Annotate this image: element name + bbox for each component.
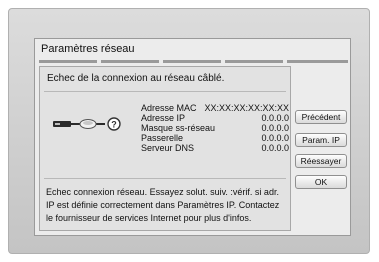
network-settings-dialog: Paramètres réseau Echec de la connexion …: [34, 38, 351, 236]
info-row-mac: Adresse MAC XX:XX:XX:XX:XX:XX: [141, 103, 289, 113]
info-value: 0.0.0.0: [261, 143, 289, 153]
ip-settings-button[interactable]: Param. IP: [295, 133, 347, 147]
underline-segment: [225, 60, 283, 63]
info-row-ip: Adresse IP 0.0.0.0: [141, 113, 289, 123]
network-info-list: Adresse MAC XX:XX:XX:XX:XX:XX Adresse IP…: [141, 103, 289, 153]
divider: [44, 91, 286, 92]
info-label: Masque ss-réseau: [141, 123, 216, 133]
info-label: Passerelle: [141, 133, 184, 143]
connection-failed-message: Echec de la connexion au réseau câblé.: [47, 73, 225, 84]
player-icon: [53, 121, 71, 127]
info-row-subnet: Masque ss-réseau 0.0.0.0: [141, 123, 289, 133]
status-panel: Echec de la connexion au réseau câblé. ?: [39, 66, 291, 231]
info-row-dns: Serveur DNS 0.0.0.0: [141, 143, 289, 153]
underline-segment: [163, 60, 221, 63]
status-glyph: ?: [111, 120, 117, 130]
retry-button[interactable]: Réessayer: [295, 154, 347, 168]
underline-segment: [101, 60, 159, 63]
info-label: Serveur DNS: [141, 143, 195, 153]
info-label: Adresse MAC: [141, 103, 197, 113]
ok-button[interactable]: OK: [295, 175, 347, 189]
dialog-title: Paramètres réseau: [41, 43, 135, 55]
divider: [44, 178, 286, 179]
title-underline: [39, 60, 348, 64]
info-value: 0.0.0.0: [261, 133, 289, 143]
info-label: Adresse IP: [141, 113, 186, 123]
connection-diagram: ?: [53, 117, 121, 131]
info-row-gateway: Passerelle 0.0.0.0: [141, 133, 289, 143]
underline-segment: [287, 60, 348, 63]
router-icon: [79, 119, 97, 129]
underline-segment: [39, 60, 97, 63]
troubleshoot-message: Echec connexion réseau. Essayez solut. s…: [46, 187, 280, 223]
info-value: XX:XX:XX:XX:XX:XX: [204, 103, 289, 113]
info-value: 0.0.0.0: [261, 123, 289, 133]
info-value: 0.0.0.0: [261, 113, 289, 123]
previous-button[interactable]: Précédent: [295, 110, 347, 124]
question-icon: ?: [107, 117, 121, 131]
